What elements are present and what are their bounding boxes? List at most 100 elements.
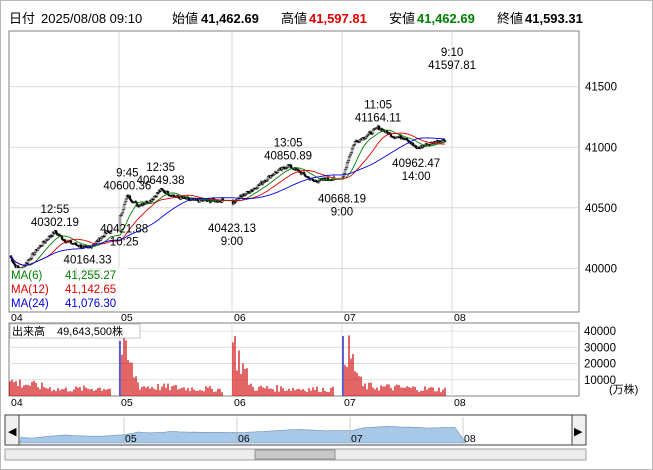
volume-bar [131, 362, 133, 396]
volume-bar [294, 390, 296, 396]
volume-bar [276, 385, 278, 396]
volume-bar [39, 389, 41, 396]
volume-bar [354, 371, 356, 396]
volume-bar [426, 389, 428, 396]
volume-bar [288, 388, 290, 396]
candle-down [13, 263, 17, 266]
volume-bar [440, 392, 442, 396]
price-tick-label: 40000 [585, 263, 617, 275]
candle-down [443, 140, 447, 142]
annotation-label: 9:10 [441, 47, 463, 59]
volume-bar [13, 382, 15, 396]
volume-bar [109, 388, 111, 396]
volume-bar [103, 388, 105, 396]
price-x-label: 05 [121, 312, 133, 324]
navigator-scrollbar-thumb[interactable] [254, 449, 336, 460]
volume-bar [332, 386, 334, 396]
close-label: 終値 [497, 11, 523, 26]
volume-bar [370, 382, 372, 396]
volume-bar [420, 390, 422, 396]
volume-bar [442, 389, 444, 396]
volume-bar [292, 387, 294, 396]
candle-down [411, 142, 415, 146]
candle-up [344, 167, 348, 171]
volume-bar [438, 387, 440, 396]
volume-bar [304, 390, 306, 396]
volume-bar [252, 386, 254, 396]
volume-bar [260, 385, 262, 396]
date-label: 日付 [9, 11, 35, 26]
candle-up [346, 160, 350, 163]
volume-bar [179, 388, 181, 396]
volume-bar [346, 366, 348, 396]
volume-bar [416, 390, 418, 396]
volume-bar [388, 384, 390, 396]
candle-down [405, 138, 409, 141]
volume-bar [101, 390, 103, 396]
volume-bar [21, 387, 23, 396]
volume-bar [320, 392, 322, 396]
volume-x-label: 07 [344, 397, 356, 409]
volume-bar [201, 390, 203, 396]
volume-bar [45, 388, 47, 396]
volume-bar [213, 392, 215, 396]
ma24-value: 41,076.30 [65, 298, 116, 310]
volume-bar [37, 387, 39, 396]
volume-bar [296, 389, 298, 396]
volume-bar [344, 364, 346, 396]
candle-up [347, 156, 351, 162]
volume-bar [382, 386, 384, 396]
volume-bar [143, 386, 145, 396]
ma-legend: MA(6) 41,255.27 MA(12) 41,142.65 MA(24) … [10, 268, 128, 311]
candle-up [351, 145, 355, 149]
annotation-label: 40164.33 [64, 255, 112, 267]
volume-bar [127, 360, 129, 396]
volume-bar [129, 362, 131, 396]
volume-bar [47, 388, 49, 396]
volume-bar [362, 386, 364, 396]
annotation-label: 41597.81 [428, 60, 476, 72]
volume-bar [53, 389, 55, 396]
volume-bar [236, 370, 238, 396]
volume-bar [97, 388, 99, 396]
volume-bar [368, 382, 370, 396]
high-value: 41,597.81 [309, 11, 367, 26]
volume-bar [232, 342, 234, 396]
volume-bar [17, 385, 19, 396]
volume-tick-label: 40000 [584, 326, 616, 338]
volume-bar [43, 387, 45, 396]
navigator-label: 05 [125, 433, 137, 445]
volume-bar [79, 387, 81, 396]
volume-bar [157, 383, 159, 396]
navigator-label: 08 [464, 433, 476, 445]
candle-up [343, 169, 347, 174]
candle-up [36, 248, 40, 252]
volume-bar [51, 391, 53, 396]
volume-bar [316, 386, 318, 396]
volume-bar [93, 390, 95, 396]
volume-bar [418, 391, 420, 396]
volume-bar [328, 392, 330, 396]
volume-bar [272, 389, 274, 396]
volume-bar [428, 387, 430, 396]
volume-bar [434, 391, 436, 396]
range-navigator[interactable]: 05 06 07 08 ◀ ▶ [4, 414, 587, 461]
volume-bar [173, 385, 175, 396]
volume-bar [258, 386, 260, 396]
volume-bar [396, 384, 398, 396]
left-arrow-icon: ◀ [8, 426, 17, 438]
candle-down [303, 174, 307, 177]
volume-bar [356, 372, 358, 396]
volume-bar [432, 387, 434, 396]
volume-bar [372, 387, 374, 396]
annotation-label: 9:45 [116, 168, 138, 180]
ma12-value: 41,142.65 [65, 284, 116, 296]
volume-bar [209, 386, 211, 396]
candle-down [54, 230, 58, 234]
volume-bar [410, 388, 412, 396]
volume-bar [302, 389, 304, 396]
candle-up [349, 152, 353, 156]
volume-bar [71, 391, 73, 396]
volume-bar [412, 386, 414, 396]
volume-bar [242, 363, 244, 396]
